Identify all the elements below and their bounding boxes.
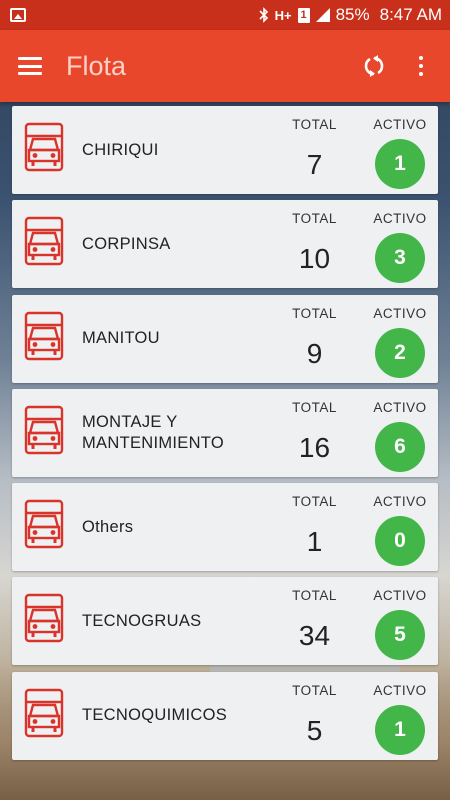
fleet-name: MANITOU bbox=[82, 329, 160, 348]
active-label: ACTIVO bbox=[373, 117, 427, 132]
total-count: 34 bbox=[298, 620, 331, 652]
fleet-card-4[interactable]: Others TOTAL 1 ACTIVO 0 bbox=[12, 483, 438, 572]
active-label: ACTIVO bbox=[373, 211, 427, 227]
active-label: ACTIVO bbox=[373, 588, 427, 604]
total-label: TOTAL bbox=[292, 211, 337, 227]
total-count: 7 bbox=[306, 149, 323, 180]
fleet-card-2[interactable]: MANITOU TOTAL 9 ACTIVO 2 bbox=[12, 294, 438, 383]
fleet-name: CORPINSA bbox=[82, 234, 171, 253]
fleet-name: CHIRIQUI bbox=[82, 140, 159, 159]
clock: 8:47 AM bbox=[379, 5, 442, 24]
total-label: TOTAL bbox=[292, 305, 337, 321]
truck-icon bbox=[24, 594, 64, 643]
truck-icon bbox=[24, 311, 64, 360]
active-count-badge: 2 bbox=[375, 327, 425, 378]
battery-percent: 85% bbox=[335, 5, 370, 24]
active-label: ACTIVO bbox=[373, 399, 427, 415]
fleet-name: TECNOQUIMICOS bbox=[82, 706, 228, 725]
truck-icon bbox=[24, 499, 64, 549]
gallery-icon bbox=[10, 8, 26, 22]
total-label: TOTAL bbox=[292, 117, 337, 132]
bluetooth-icon bbox=[259, 7, 268, 23]
fleet-list: CHIRIQUI TOTAL 7 ACTIVO 1 CORPINSA TOTAL… bbox=[12, 106, 438, 766]
total-label: TOTAL bbox=[292, 399, 337, 415]
active-label: ACTIVO bbox=[373, 494, 427, 510]
total-count: 16 bbox=[298, 431, 331, 463]
active-label: ACTIVO bbox=[373, 682, 427, 698]
menu-icon[interactable] bbox=[18, 57, 42, 75]
total-count: 9 bbox=[306, 337, 323, 369]
truck-icon bbox=[24, 122, 64, 172]
active-count-badge: 1 bbox=[375, 139, 425, 189]
fleet-name: TECNOGRUAS bbox=[82, 611, 202, 630]
sim-icon: 1 bbox=[297, 7, 310, 23]
total-label: TOTAL bbox=[292, 588, 337, 604]
refresh-icon[interactable] bbox=[354, 46, 394, 86]
active-count-badge: 0 bbox=[375, 516, 425, 567]
app-bar: Flota bbox=[0, 30, 450, 102]
fleet-card-0[interactable]: CHIRIQUI TOTAL 7 ACTIVO 1 bbox=[12, 106, 438, 194]
active-count-badge: 3 bbox=[375, 233, 425, 284]
active-label: ACTIVO bbox=[373, 305, 427, 321]
truck-icon bbox=[24, 688, 64, 737]
more-vert-icon[interactable] bbox=[406, 46, 436, 86]
truck-icon bbox=[24, 217, 64, 266]
fleet-name: MONTAJE Y MANTENIMIENTO bbox=[82, 412, 225, 452]
network-type: H+ bbox=[274, 7, 292, 23]
total-label: TOTAL bbox=[292, 682, 337, 698]
active-count-badge: 1 bbox=[375, 704, 425, 755]
fleet-card-1[interactable]: CORPINSA TOTAL 10 ACTIVO 3 bbox=[12, 200, 438, 289]
truck-icon bbox=[24, 405, 64, 455]
active-count-badge: 6 bbox=[375, 421, 425, 472]
page-title: Flota bbox=[66, 50, 127, 81]
total-count: 1 bbox=[306, 526, 323, 558]
status-bar: H+ 1 85% 8:47 AM bbox=[0, 0, 450, 30]
active-count-badge: 5 bbox=[375, 610, 425, 661]
signal-icon bbox=[315, 8, 330, 22]
fleet-name: Others bbox=[82, 517, 134, 536]
fleet-card-6[interactable]: TECNOQUIMICOS TOTAL 5 ACTIVO 1 bbox=[12, 671, 438, 760]
fleet-card-5[interactable]: TECNOGRUAS TOTAL 34 ACTIVO 5 bbox=[12, 577, 438, 666]
fleet-card-3[interactable]: MONTAJE Y MANTENIMIENTO TOTAL 16 ACTIVO … bbox=[12, 388, 438, 477]
total-count: 10 bbox=[298, 243, 331, 275]
total-count: 5 bbox=[306, 714, 323, 746]
total-label: TOTAL bbox=[292, 494, 337, 510]
